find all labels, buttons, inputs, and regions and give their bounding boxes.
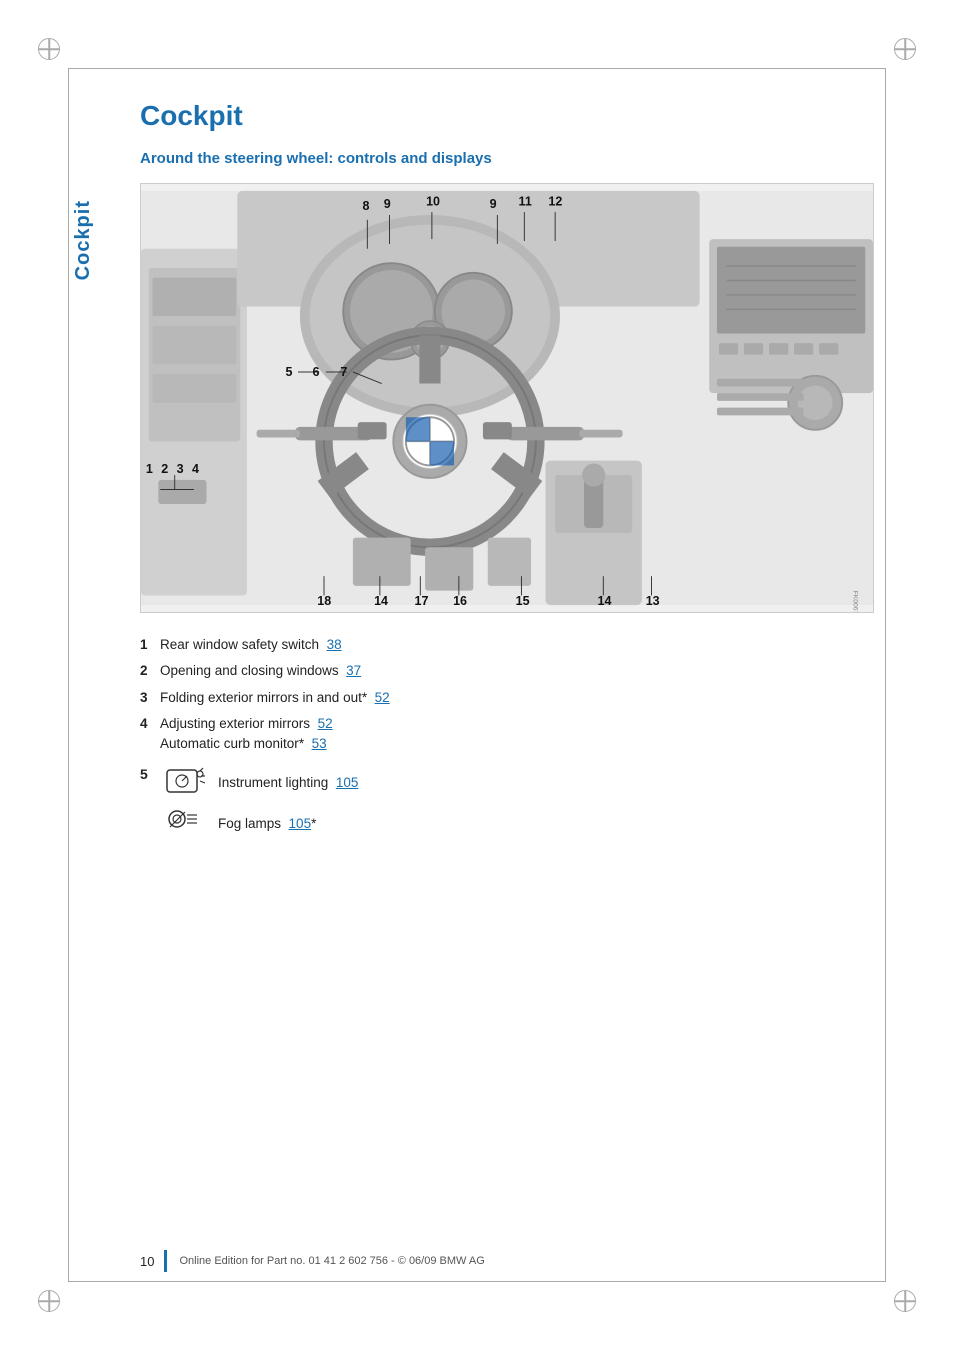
svg-text:5: 5 bbox=[285, 365, 292, 379]
page-number: 10 bbox=[140, 1254, 154, 1269]
svg-text:10: 10 bbox=[426, 194, 440, 208]
svg-text:15: 15 bbox=[516, 594, 530, 608]
svg-text:2: 2 bbox=[161, 462, 168, 476]
item5-fog-row: Fog lamps 105* bbox=[160, 807, 358, 840]
item-5-block: 5 bbox=[140, 766, 874, 848]
reg-mark-tl bbox=[38, 38, 60, 60]
item-number-1: 1 bbox=[140, 635, 160, 655]
svg-text:14: 14 bbox=[374, 594, 388, 608]
cockpit-diagram: 8 9 10 9 11 12 5 6 7 1 2 3 4 bbox=[140, 183, 874, 613]
main-content: Cockpit Around the steering wheel: contr… bbox=[140, 100, 874, 854]
item-number-2: 2 bbox=[140, 661, 160, 681]
border-left bbox=[68, 68, 69, 1282]
border-right bbox=[885, 68, 886, 1282]
page-title: Cockpit bbox=[140, 100, 874, 132]
instrument-lighting-page: 105 bbox=[336, 775, 359, 790]
svg-text:14: 14 bbox=[598, 594, 612, 608]
item-number-3: 3 bbox=[140, 688, 160, 708]
svg-text:11: 11 bbox=[519, 194, 532, 208]
reg-mark-bl bbox=[38, 1290, 60, 1312]
instrument-lighting-text: Instrument lighting bbox=[218, 775, 328, 790]
items-list: 1 Rear window safety switch 38 2 Opening… bbox=[140, 635, 874, 754]
svg-text:18: 18 bbox=[317, 594, 331, 608]
item-text-3: Folding exterior mirrors in and out* 52 bbox=[160, 688, 874, 708]
footer: 10 Online Edition for Part no. 01 41 2 6… bbox=[140, 1250, 874, 1272]
svg-text:8: 8 bbox=[363, 199, 370, 213]
item5-instrument-row: Instrument lighting 105 bbox=[160, 766, 358, 799]
item-text-4: Adjusting exterior mirrors 52 Automatic … bbox=[160, 714, 874, 755]
fog-lamp-icon bbox=[160, 807, 210, 840]
list-item: 3 Folding exterior mirrors in and out* 5… bbox=[140, 688, 874, 708]
item-text-2: Opening and closing windows 37 bbox=[160, 661, 874, 681]
list-item: 2 Opening and closing windows 37 bbox=[140, 661, 874, 681]
item-text-1: Rear window safety switch 38 bbox=[160, 635, 874, 655]
sidebar-cockpit-label: Cockpit bbox=[72, 200, 95, 280]
item-number-4: 4 bbox=[140, 714, 160, 734]
fog-lamps-text: Fog lamps bbox=[218, 816, 281, 831]
reg-mark-tr bbox=[894, 38, 916, 60]
svg-text:FK0067501US: FK0067501US bbox=[852, 591, 859, 612]
reg-mark-br bbox=[894, 1290, 916, 1312]
footer-text: Online Edition for Part no. 01 41 2 602 … bbox=[179, 1255, 484, 1267]
fog-lamps-page: 105 bbox=[289, 816, 312, 831]
list-item: 4 Adjusting exterior mirrors 52 Automati… bbox=[140, 714, 874, 755]
svg-text:3: 3 bbox=[177, 462, 184, 476]
svg-text:16: 16 bbox=[453, 594, 467, 608]
svg-text:4: 4 bbox=[192, 462, 199, 476]
footer-bar bbox=[164, 1250, 167, 1272]
svg-text:1: 1 bbox=[146, 462, 153, 476]
item-number-5: 5 bbox=[140, 766, 160, 782]
svg-text:12: 12 bbox=[548, 194, 562, 208]
svg-text:6: 6 bbox=[312, 365, 319, 379]
border-top bbox=[68, 68, 886, 69]
section-subtitle: Around the steering wheel: controls and … bbox=[140, 150, 874, 167]
instrument-lighting-icon bbox=[160, 766, 210, 799]
svg-text:9: 9 bbox=[384, 197, 391, 211]
svg-text:13: 13 bbox=[646, 594, 660, 608]
svg-text:7: 7 bbox=[340, 365, 347, 379]
list-item: 1 Rear window safety switch 38 bbox=[140, 635, 874, 655]
svg-text:9: 9 bbox=[490, 197, 497, 211]
border-bottom bbox=[68, 1281, 886, 1282]
svg-text:17: 17 bbox=[415, 594, 429, 608]
